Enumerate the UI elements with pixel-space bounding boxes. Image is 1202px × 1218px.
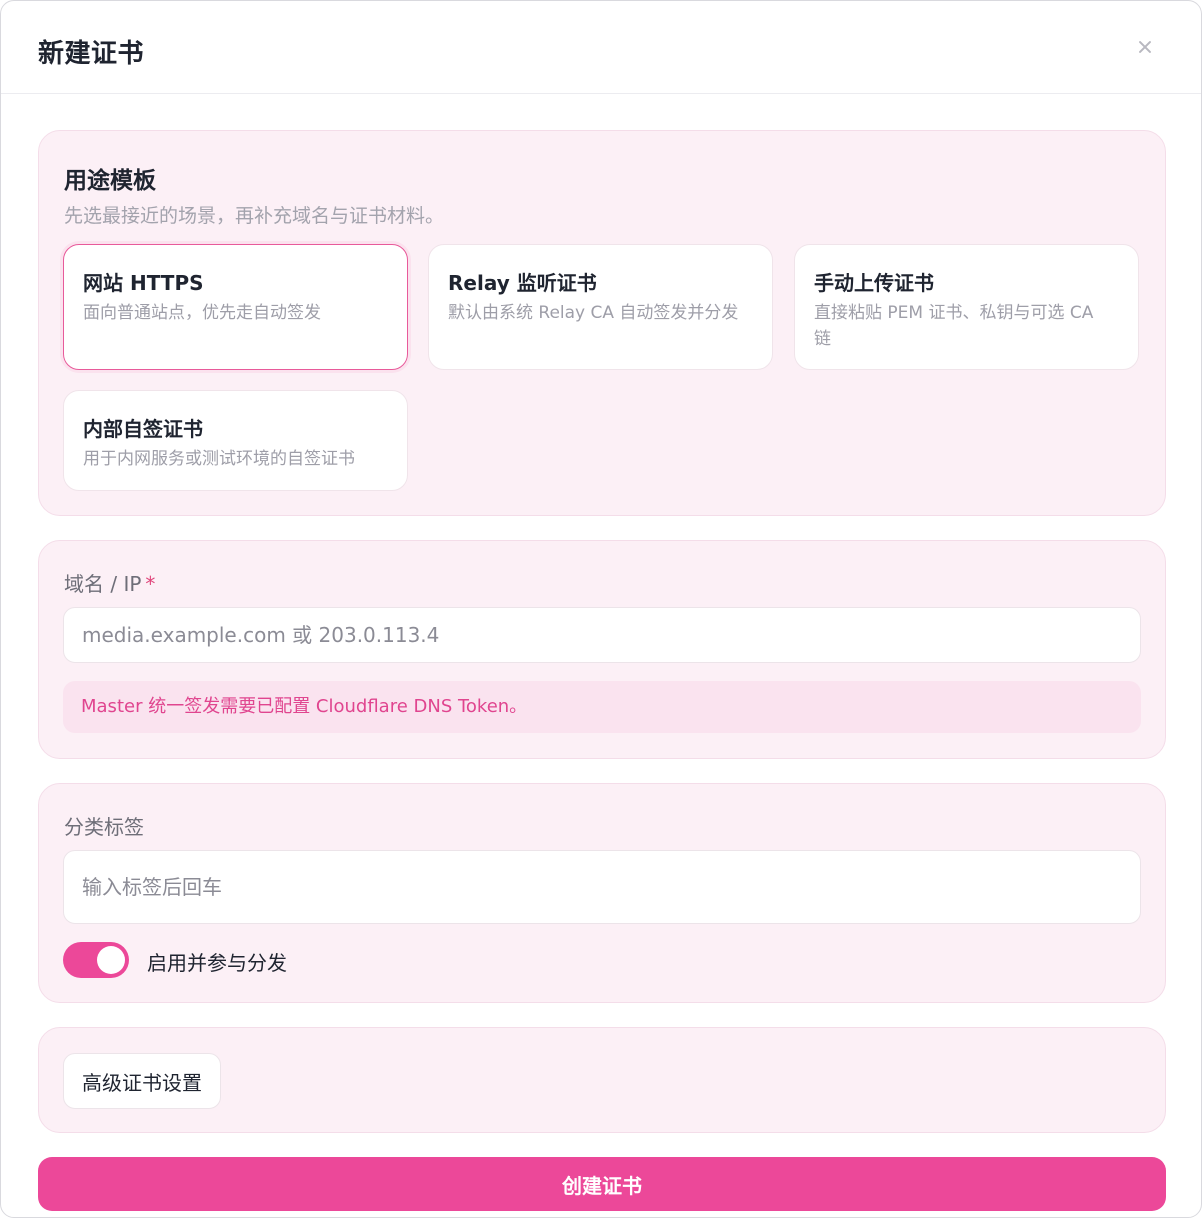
template-card-description: 用于内网服务或测试环境的自签证书: [83, 449, 355, 469]
template-section-title: 用途模板: [64, 168, 156, 194]
toggle-knob: [97, 946, 125, 974]
template-card-name: 网站 HTTPS: [83, 271, 204, 295]
template-card-description: 面向普通站点，优先走自动签发: [83, 303, 321, 323]
close-icon[interactable]: [1129, 31, 1161, 63]
template-card-relay-listener[interactable]: Relay 监听证书 默认由系统 Relay CA 自动签发并分发: [428, 244, 773, 370]
template-card-internal-self-signed[interactable]: 内部自签证书 用于内网服务或测试环境的自签证书: [63, 390, 408, 491]
dialog-header: 新建证书: [1, 1, 1201, 94]
required-mark: *: [145, 572, 156, 596]
template-section: 用途模板 先选最接近的场景，再补充域名与证书材料。 网站 HTTPS 面向普通站…: [38, 130, 1166, 516]
dns-token-notice: Master 统一签发需要已配置 Cloudflare DNS Token。: [63, 681, 1141, 733]
advanced-settings-button[interactable]: 高级证书设置: [63, 1053, 221, 1109]
dialog-title: 新建证书: [38, 39, 145, 69]
template-card-name: 手动上传证书: [814, 271, 934, 295]
create-certificate-button[interactable]: 创建证书: [38, 1157, 1166, 1211]
enable-distribution-label: 启用并参与分发: [147, 951, 287, 975]
tags-input[interactable]: [63, 850, 1141, 924]
domain-label-text: 域名 / IP: [64, 572, 142, 596]
template-card-name: 内部自签证书: [83, 417, 203, 441]
template-card-website-https[interactable]: 网站 HTTPS 面向普通站点，优先走自动签发: [63, 244, 408, 370]
template-card-name: Relay 监听证书: [448, 271, 597, 295]
template-section-description: 先选最接近的场景，再补充域名与证书材料。: [64, 205, 445, 227]
template-card-description: 直接粘贴 PEM 证书、私钥与可选 CA 链: [814, 303, 1094, 349]
domain-label: 域名 / IP *: [64, 568, 155, 597]
domain-section: 域名 / IP* Master 统一签发需要已配置 Cloudflare DNS…: [38, 540, 1166, 759]
tags-section: 分类标签 启用并参与分发: [38, 783, 1166, 1003]
tags-label: 分类标签: [64, 815, 144, 839]
domain-input[interactable]: [63, 607, 1141, 663]
advanced-section: 高级证书设置: [38, 1027, 1166, 1133]
create-certificate-dialog: 新建证书 用途模板 先选最接近的场景，再补充域名与证书材料。 网站 HTTPS …: [0, 0, 1202, 1218]
template-card-description: 默认由系统 Relay CA 自动签发并分发: [448, 303, 739, 323]
template-card-manual-upload[interactable]: 手动上传证书 直接粘贴 PEM 证书、私钥与可选 CA 链: [794, 244, 1139, 370]
enable-distribution-toggle[interactable]: [63, 942, 129, 978]
